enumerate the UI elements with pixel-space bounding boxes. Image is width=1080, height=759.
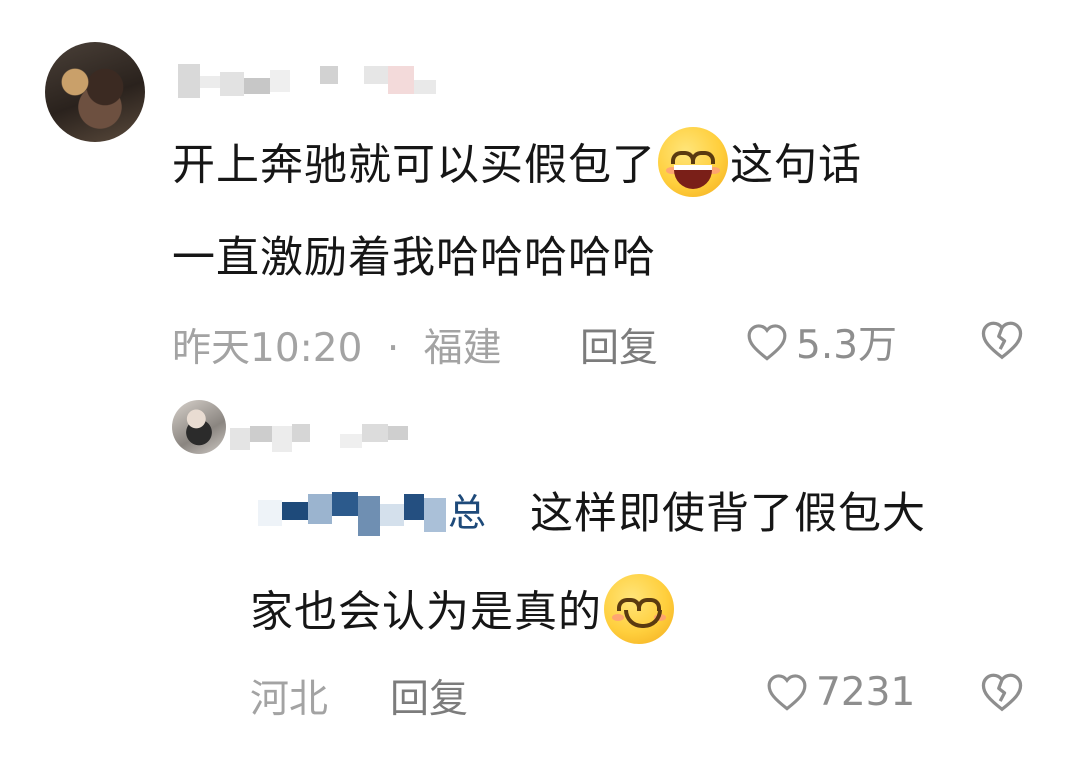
comment-reply-button[interactable]: 回复 [580, 317, 658, 373]
reply-like-button[interactable]: 7231 [766, 668, 915, 716]
replier-username-blurred[interactable] [230, 422, 408, 454]
smiling-face-emoji [604, 574, 674, 644]
reply-like-count: 7231 [816, 669, 916, 715]
reply-location: 河北 [250, 677, 329, 722]
broken-heart-icon[interactable] [980, 672, 1024, 712]
grinning-squinting-face-emoji [658, 127, 728, 197]
comment-like-button[interactable]: 5.3万 [746, 318, 897, 368]
mention-tail: 总 [448, 491, 487, 535]
meta-separator: · [386, 326, 400, 371]
broken-heart-icon[interactable] [980, 320, 1024, 360]
comment-like-count: 5.3万 [796, 323, 898, 368]
comment-meta-row: 昨天10:20 · 福建 [172, 317, 502, 373]
comment-text-line-1: 开上奔驰就可以买假包了 这句话 [172, 127, 862, 203]
comment-time: 昨天10:20 [172, 326, 363, 371]
comment-text-part-1: 开上奔驰就可以买假包了 [172, 140, 656, 191]
reply-reply-button[interactable]: 回复 [390, 668, 468, 724]
comment-location: 福建 [423, 326, 502, 371]
heart-outline-icon [747, 324, 787, 361]
commenter-username-blurred[interactable] [178, 64, 436, 100]
comment-text-line-2: 一直激励着我哈哈哈哈哈 [172, 233, 656, 283]
reply-text-line-1: 这样即使背了假包大 [530, 489, 926, 539]
reply-text-line-2: 家也会认为是真的 [250, 574, 676, 650]
heart-outline-icon [767, 674, 807, 711]
replier-avatar[interactable] [172, 400, 226, 454]
commenter-avatar[interactable] [45, 42, 145, 142]
reply-text-part-1: 家也会认为是真的 [250, 587, 602, 638]
comment-text-part-2: 这句话 [730, 140, 862, 191]
mentioned-username-blurred[interactable]: 总 [258, 490, 486, 540]
